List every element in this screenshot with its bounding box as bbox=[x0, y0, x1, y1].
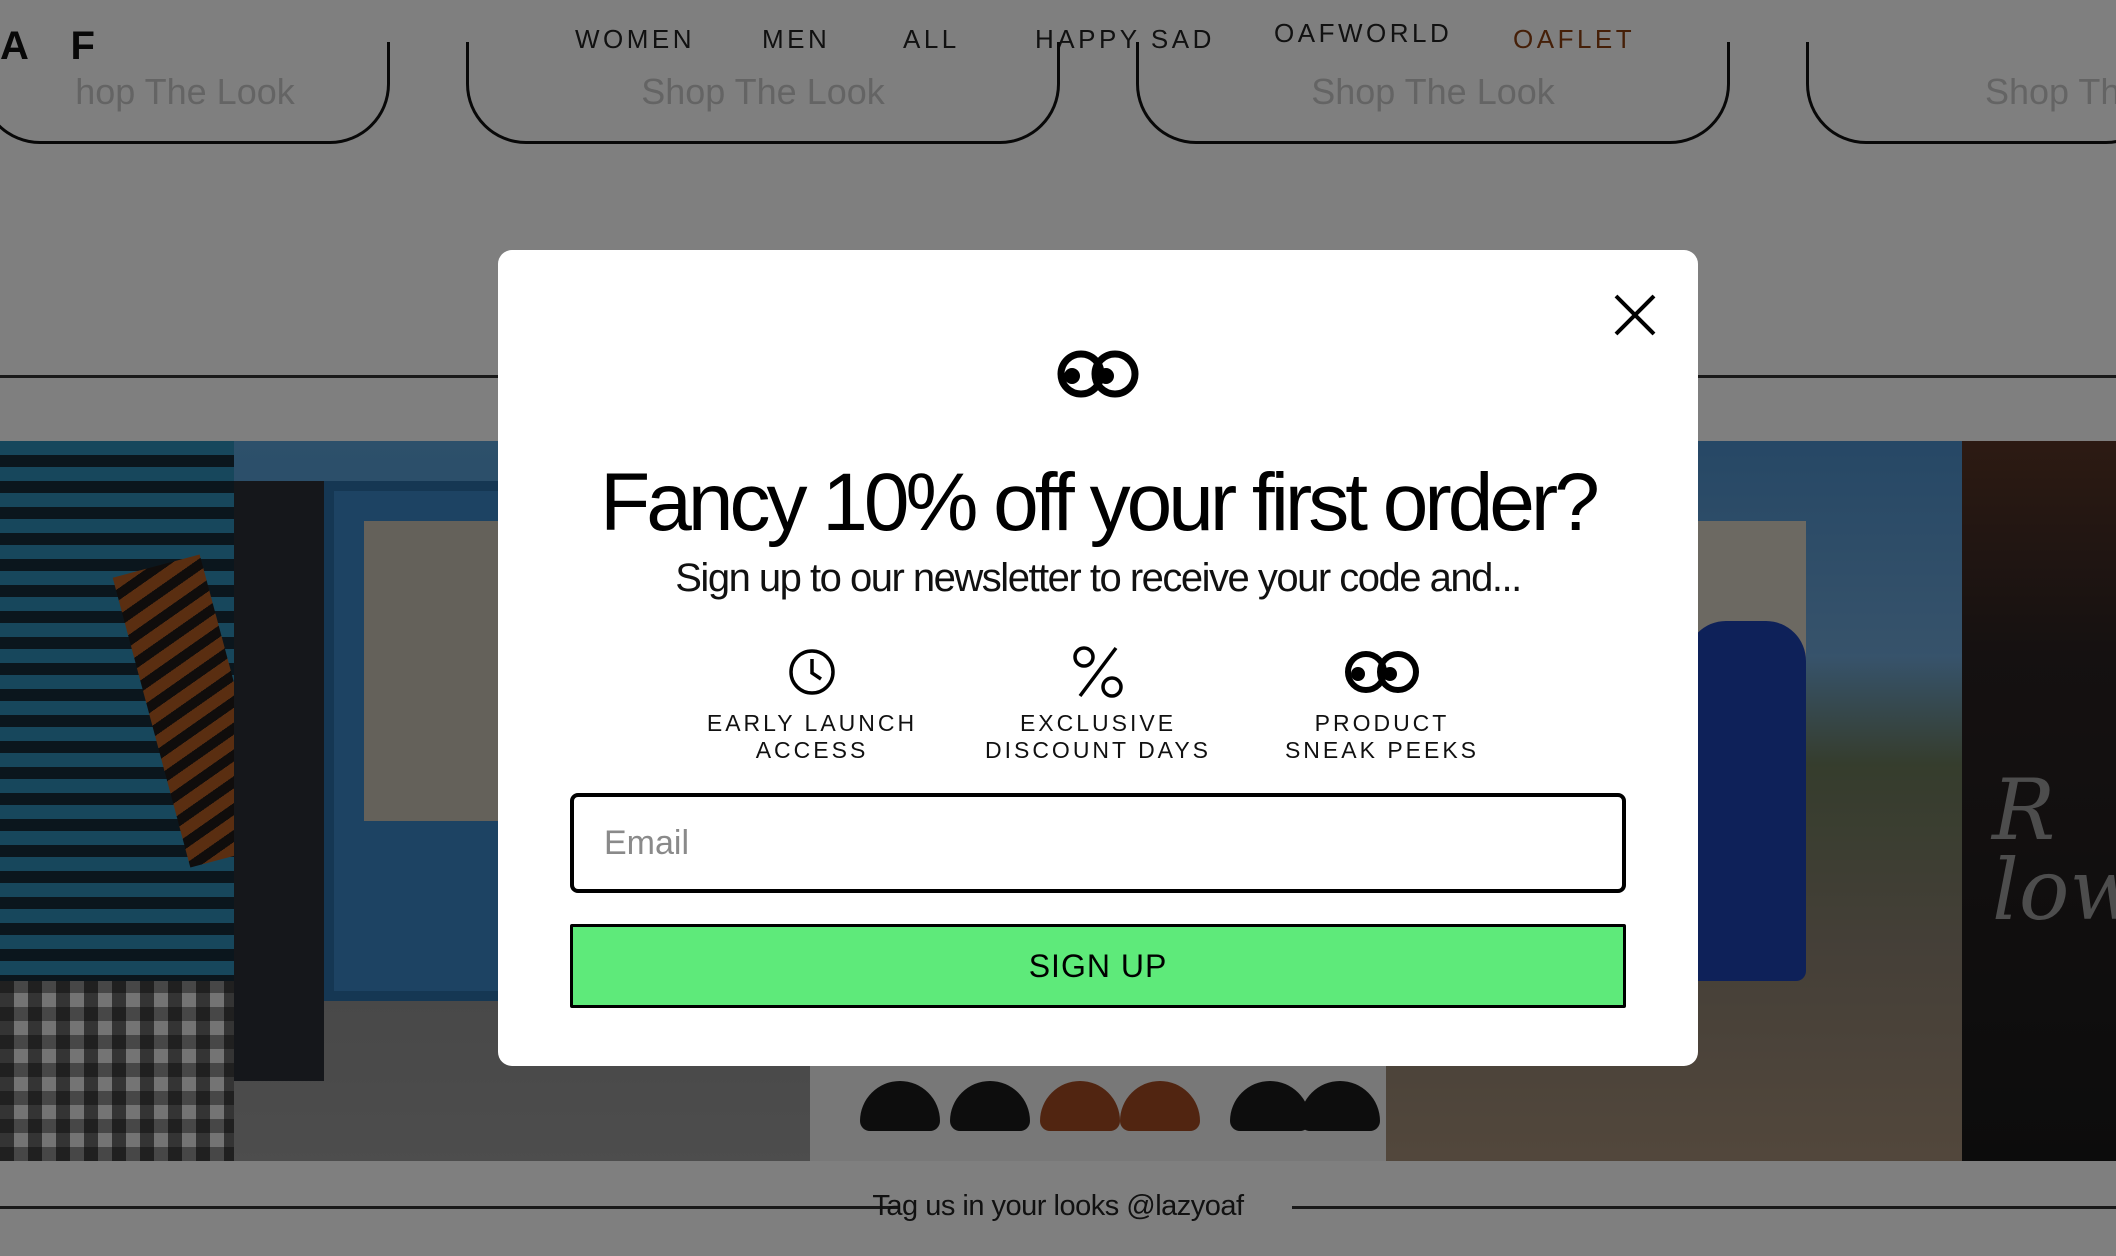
perk-sneak-peeks: PRODUCT SNEAK PEEKS bbox=[1252, 642, 1512, 764]
perk-discount-days: EXCLUSIVE DISCOUNT DAYS bbox=[968, 642, 1228, 764]
modal-headline: Fancy 10% off your first order? bbox=[600, 457, 1600, 548]
percent-icon bbox=[968, 642, 1228, 702]
perk-early-launch: EARLY LAUNCH ACCESS bbox=[682, 642, 942, 764]
newsletter-modal: Fancy 10% off your first order? Sign up … bbox=[498, 250, 1698, 1066]
modal-subline: Sign up to our newsletter to receive you… bbox=[675, 556, 1522, 600]
sign-up-button[interactable]: SIGN UP bbox=[570, 924, 1626, 1008]
perk-label: EXCLUSIVE DISCOUNT DAYS bbox=[984, 710, 1211, 763]
email-field[interactable] bbox=[570, 793, 1626, 893]
perk-label: PRODUCT SNEAK PEEKS bbox=[1284, 710, 1480, 763]
close-icon bbox=[1614, 294, 1656, 336]
eyes-logo-icon bbox=[1057, 350, 1139, 398]
eyes-icon bbox=[1252, 642, 1512, 702]
close-button[interactable] bbox=[1610, 290, 1660, 340]
clock-icon bbox=[682, 642, 942, 702]
perk-label: EARLY LAUNCH ACCESS bbox=[706, 710, 918, 763]
